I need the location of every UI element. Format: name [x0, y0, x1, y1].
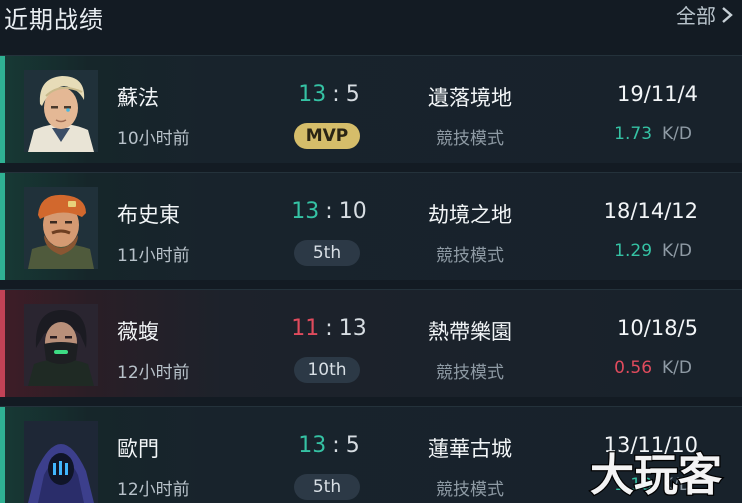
map-name: 蓮華古城: [428, 437, 512, 461]
match-history-panel: 近期战绩 全部 蘇法 10小时前 13: 5 MVP 遺落境地 競技模式 19…: [0, 0, 742, 503]
match-time: 12小时前: [117, 363, 190, 383]
agent-name: 布史東: [117, 203, 180, 227]
map-name: 熱帶樂園: [428, 320, 512, 344]
result-stripe: [0, 290, 5, 397]
score-enemy: 5: [345, 82, 360, 107]
kd-ratio: 0.56 K/D: [614, 358, 692, 378]
score-separator: :: [332, 82, 340, 107]
rank-badge: 5th: [294, 240, 360, 266]
score-separator: :: [325, 316, 333, 341]
kda: 18/14/12: [603, 199, 698, 223]
rank-badge: 5th: [294, 474, 360, 500]
game-mode: 競技模式: [436, 363, 504, 383]
map-name: 劫境之地: [428, 203, 512, 227]
map-name: 遺落境地: [428, 86, 512, 110]
agent-avatar-brimstone: [24, 187, 98, 269]
page-title: 近期战绩: [4, 6, 104, 34]
agent-name: 蘇法: [117, 86, 159, 110]
score-enemy: 10: [338, 199, 367, 224]
header: 近期战绩 全部: [0, 0, 742, 44]
result-stripe: [0, 407, 5, 503]
kd-label: K/D: [662, 241, 692, 261]
chevron-right-icon: [722, 6, 733, 23]
match-card[interactable]: 布史東 11小时前 13:10 5th 劫境之地 競技模式 18/14/12 1…: [0, 172, 742, 280]
result-stripe: [0, 56, 5, 163]
agent-avatar-viper: [24, 304, 98, 386]
match-time: 12小时前: [117, 480, 190, 500]
kd-label: K/D: [662, 358, 692, 378]
watermark-logo: 大玩客: [589, 449, 724, 500]
match-card[interactable]: 蘇法 10小时前 13:5 MVP 遺落境地 競技模式 19/11/4 1.73…: [0, 55, 742, 163]
match-score: 13:5: [284, 82, 374, 107]
result-stripe: [0, 173, 5, 280]
agent-avatar-sova: [24, 70, 98, 152]
agent-avatar-omen: [24, 421, 98, 503]
score-enemy: 13: [338, 316, 367, 341]
agent-name: 薇蝮: [117, 320, 159, 344]
kd-value: 1.73: [614, 124, 653, 144]
match-score: 11:13: [284, 316, 374, 341]
match-time: 10小时前: [117, 129, 190, 149]
score-enemy: 5: [345, 433, 360, 458]
view-all-link[interactable]: 全部: [676, 0, 734, 29]
kd-value: 1.29: [614, 241, 653, 261]
match-score: 13:5: [284, 433, 374, 458]
game-mode: 競技模式: [436, 246, 504, 266]
view-all-label: 全部: [676, 4, 716, 28]
score-separator: :: [325, 199, 333, 224]
game-mode: 競技模式: [436, 129, 504, 149]
kd-label: K/D: [662, 124, 692, 144]
score-team: 11: [291, 316, 320, 341]
kd-ratio: 1.29 K/D: [614, 241, 692, 261]
kda: 19/11/4: [617, 82, 698, 106]
score-team: 13: [298, 82, 327, 107]
match-time: 11小时前: [117, 246, 190, 266]
rank-badge: MVP: [294, 123, 360, 149]
score-separator: :: [332, 433, 340, 458]
kd-ratio: 1.73 K/D: [614, 124, 692, 144]
agent-name: 歐門: [117, 437, 159, 461]
score-team: 13: [291, 199, 320, 224]
match-card[interactable]: 薇蝮 12小时前 11:13 10th 熱帶樂園 競技模式 10/18/5 0.…: [0, 289, 742, 397]
game-mode: 競技模式: [436, 480, 504, 500]
rank-badge: 10th: [294, 357, 360, 383]
match-score: 13:10: [284, 199, 374, 224]
kd-value: 0.56: [614, 358, 653, 378]
svg-text:大玩客: 大玩客: [590, 450, 722, 500]
score-team: 13: [298, 433, 327, 458]
kda: 10/18/5: [617, 316, 698, 340]
